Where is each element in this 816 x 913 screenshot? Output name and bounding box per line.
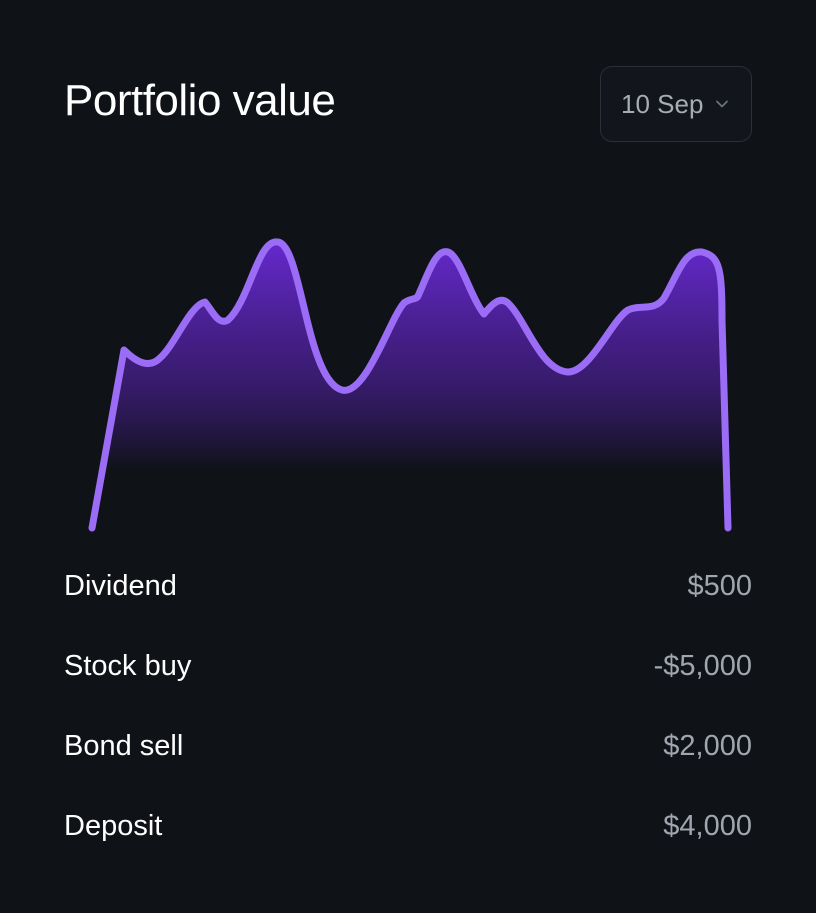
date-select-value: 10 Sep [621,88,704,119]
chart-area [92,241,728,528]
transaction-label: Stock buy [64,649,192,682]
portfolio-chart [88,238,732,532]
transactions-list: Dividend $500 Stock buy -$5,000 Bond sel… [64,546,752,866]
transaction-amount: $2,000 [663,729,752,762]
date-select[interactable]: 10 Sep [600,66,752,142]
header: Portfolio value 10 Sep [64,66,752,144]
list-item: Deposit $4,000 [64,786,752,866]
list-item: Bond sell $2,000 [64,706,752,786]
transaction-label: Deposit [64,809,163,842]
transaction-amount: -$5,000 [653,649,752,682]
chevron-down-icon [716,100,728,108]
page-title: Portfolio value [64,76,336,125]
list-item: Stock buy -$5,000 [64,626,752,706]
transaction-amount: $500 [687,569,752,602]
transaction-label: Bond sell [64,729,184,762]
transaction-amount: $4,000 [663,809,752,842]
list-item: Dividend $500 [64,546,752,626]
transaction-label: Dividend [64,569,177,602]
